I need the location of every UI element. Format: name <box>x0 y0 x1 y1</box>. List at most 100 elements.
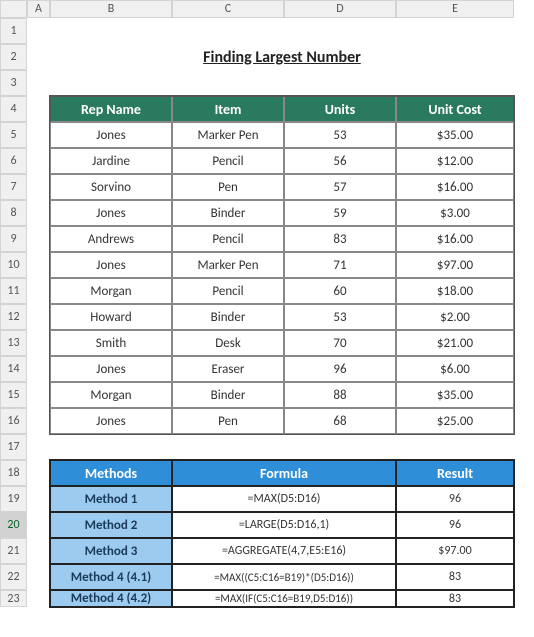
t1-cell[interactable]: $16.00 <box>396 226 514 252</box>
row-header-20[interactable]: 20 <box>0 512 27 538</box>
t1-cell[interactable]: 88 <box>284 382 396 408</box>
t1-cell[interactable]: 53 <box>284 122 396 148</box>
t1-cell[interactable]: Morgan <box>50 278 172 304</box>
t1-cell[interactable]: $35.00 <box>396 122 514 148</box>
t1-cell[interactable]: $25.00 <box>396 408 514 434</box>
row-header-22[interactable]: 22 <box>0 564 27 590</box>
row-header-5[interactable]: 5 <box>0 122 27 148</box>
t1-cell[interactable]: 71 <box>284 252 396 278</box>
row-header-17[interactable]: 17 <box>0 434 27 460</box>
t1-cell[interactable]: Jardine <box>50 148 172 174</box>
t2-result[interactable]: $97.00 <box>396 538 514 564</box>
t2-formula[interactable]: =AGGREGATE(4,7,E5:E16) <box>172 538 396 564</box>
row-header-6[interactable]: 6 <box>0 148 27 174</box>
t2-formula[interactable]: =MAX(IF(C5:C16=B19,D5:D16)) <box>172 590 396 607</box>
t1-cell[interactable]: Pencil <box>172 278 284 304</box>
col-header-A[interactable]: A <box>27 0 50 18</box>
row-header-14[interactable]: 14 <box>0 356 27 382</box>
t1-cell[interactable]: Marker Pen <box>172 122 284 148</box>
t1-cell[interactable]: 83 <box>284 226 396 252</box>
t1-cell[interactable]: Jones <box>50 408 172 434</box>
t1-cell[interactable]: Pen <box>172 408 284 434</box>
t1-cell[interactable]: 96 <box>284 356 396 382</box>
row-header-13[interactable]: 13 <box>0 330 27 356</box>
t1-cell[interactable]: Pencil <box>172 226 284 252</box>
t1-cell[interactable]: Marker Pen <box>172 252 284 278</box>
row-header-18[interactable]: 18 <box>0 460 27 486</box>
t1-cell[interactable]: 53 <box>284 304 396 330</box>
t1-cell[interactable]: Binder <box>172 382 284 408</box>
t1-cell[interactable]: 60 <box>284 278 396 304</box>
t1-cell[interactable]: 59 <box>284 200 396 226</box>
t1-cell[interactable]: 70 <box>284 330 396 356</box>
t1-cell[interactable]: Jones <box>50 356 172 382</box>
t1-cell[interactable]: Jones <box>50 122 172 148</box>
t2-header-formula[interactable]: Formula <box>172 460 396 486</box>
t1-cell[interactable]: $35.00 <box>396 382 514 408</box>
t1-cell[interactable]: Andrews <box>50 226 172 252</box>
t1-cell[interactable]: 68 <box>284 408 396 434</box>
t2-method-label[interactable]: Method 1 <box>50 486 172 512</box>
t1-cell[interactable]: $16.00 <box>396 174 514 200</box>
t2-header-methods[interactable]: Methods <box>50 460 172 486</box>
col-header-B[interactable]: B <box>50 0 172 18</box>
t1-header-cost[interactable]: Unit Cost <box>396 96 514 122</box>
row-header-8[interactable]: 8 <box>0 200 27 226</box>
t1-cell[interactable]: $2.00 <box>396 304 514 330</box>
t2-formula[interactable]: =LARGE(D5:D16,1) <box>172 512 396 538</box>
t2-method-label[interactable]: Method 4 (4.2) <box>50 590 172 607</box>
t2-result[interactable]: 96 <box>396 486 514 512</box>
row-header-11[interactable]: 11 <box>0 278 27 304</box>
row-header-2[interactable]: 2 <box>0 44 27 70</box>
t1-header-units[interactable]: Units <box>284 96 396 122</box>
t1-cell[interactable]: 56 <box>284 148 396 174</box>
t2-method-label[interactable]: Method 3 <box>50 538 172 564</box>
t1-cell[interactable]: $18.00 <box>396 278 514 304</box>
t1-cell[interactable]: Eraser <box>172 356 284 382</box>
t2-header-result[interactable]: Result <box>396 460 514 486</box>
row-header-21[interactable]: 21 <box>0 538 27 564</box>
t2-method-label[interactable]: Method 2 <box>50 512 172 538</box>
t2-formula[interactable]: =MAX(D5:D16) <box>172 486 396 512</box>
t2-result[interactable]: 96 <box>396 512 514 538</box>
t1-header-rep[interactable]: Rep Name <box>50 96 172 122</box>
row-header-15[interactable]: 15 <box>0 382 27 408</box>
row-header-23[interactable]: 23 <box>0 590 27 607</box>
t1-cell[interactable]: 57 <box>284 174 396 200</box>
row-header-12[interactable]: 12 <box>0 304 27 330</box>
t1-cell[interactable]: Jones <box>50 200 172 226</box>
t1-cell[interactable]: Sorvino <box>50 174 172 200</box>
t1-cell[interactable]: $21.00 <box>396 330 514 356</box>
col-header-E[interactable]: E <box>396 0 514 18</box>
t1-cell[interactable]: Binder <box>172 200 284 226</box>
row-header-19[interactable]: 19 <box>0 486 27 512</box>
t2-result[interactable]: 83 <box>396 564 514 590</box>
t1-cell[interactable]: Jones <box>50 252 172 278</box>
t1-cell[interactable]: $12.00 <box>396 148 514 174</box>
t1-cell[interactable]: Pencil <box>172 148 284 174</box>
t1-cell[interactable]: $97.00 <box>396 252 514 278</box>
col-header-C[interactable]: C <box>172 0 284 18</box>
t1-cell[interactable]: Desk <box>172 330 284 356</box>
t1-cell[interactable]: $3.00 <box>396 200 514 226</box>
row-header-10[interactable]: 10 <box>0 252 27 278</box>
t1-header-item[interactable]: Item <box>172 96 284 122</box>
select-all-corner[interactable] <box>0 0 27 18</box>
t1-cell[interactable]: $6.00 <box>396 356 514 382</box>
t1-cell[interactable]: Smith <box>50 330 172 356</box>
t1-cell[interactable]: Morgan <box>50 382 172 408</box>
row-header-9[interactable]: 9 <box>0 226 27 252</box>
spreadsheet-grid[interactable]: A B C D E Finding Largest Number Rep Nam… <box>0 0 534 607</box>
row-header-4[interactable]: 4 <box>0 96 27 122</box>
t2-result[interactable]: 83 <box>396 590 514 607</box>
t1-cell[interactable]: Pen <box>172 174 284 200</box>
t2-formula[interactable]: =MAX((C5:C16=B19)*(D5:D16)) <box>172 564 396 590</box>
row-header-1[interactable]: 1 <box>0 18 27 44</box>
t1-cell[interactable]: Binder <box>172 304 284 330</box>
t2-method-label[interactable]: Method 4 (4.1) <box>50 564 172 590</box>
row-header-3[interactable]: 3 <box>0 70 27 96</box>
row-header-16[interactable]: 16 <box>0 408 27 434</box>
col-header-D[interactable]: D <box>284 0 396 18</box>
row-header-7[interactable]: 7 <box>0 174 27 200</box>
t1-cell[interactable]: Howard <box>50 304 172 330</box>
